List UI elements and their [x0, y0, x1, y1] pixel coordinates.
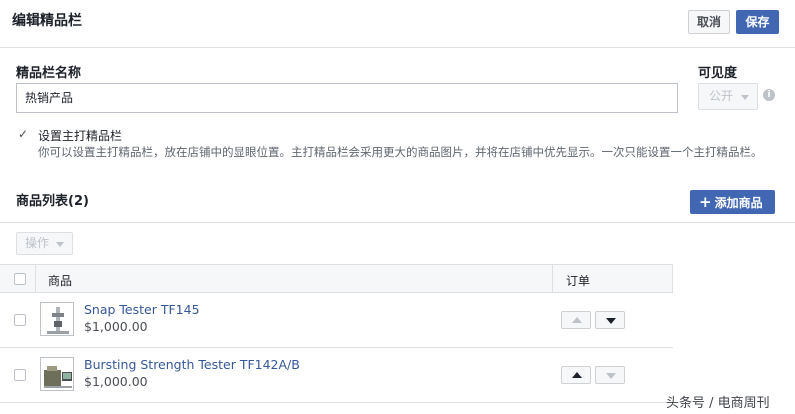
- move-up-button[interactable]: [561, 311, 591, 329]
- table-row: Bursting Strength Tester TF142A/B $1,000…: [0, 348, 673, 403]
- actions-dropdown[interactable]: 操作: [16, 232, 73, 255]
- watermark-text: 头条号 / 电商周刊: [666, 396, 770, 411]
- chevron-down-icon: [741, 95, 749, 100]
- bursting-tester-thumbnail-icon[interactable]: [40, 357, 74, 391]
- dialog-header: 编辑精品栏 取消 保存: [0, 0, 795, 48]
- column-divider: [35, 265, 36, 293]
- visibility-label: 可见度: [698, 66, 738, 81]
- featured-label: 设置主打精品栏: [38, 129, 123, 143]
- column-header-product: 商品: [48, 274, 73, 288]
- actions-label: 操作: [25, 236, 50, 250]
- product-list-title: 商品列表(2): [16, 194, 89, 209]
- cancel-button[interactable]: 取消: [688, 10, 730, 34]
- snap-tester-thumbnail-icon[interactable]: [40, 302, 74, 336]
- move-up-button[interactable]: [561, 366, 591, 384]
- column-header-order: 订单: [566, 274, 591, 288]
- page-title: 编辑精品栏: [12, 13, 82, 29]
- select-all-checkbox[interactable]: [14, 273, 26, 285]
- row-checkbox[interactable]: [14, 314, 26, 326]
- divider: [0, 222, 795, 223]
- table-row: Snap Tester TF145 $1,000.00: [0, 293, 673, 348]
- collection-name-input[interactable]: 热销产品: [16, 83, 678, 113]
- chevron-down-icon: [56, 242, 64, 247]
- table-header: 商品 订单: [0, 264, 673, 293]
- product-price: $1,000.00: [84, 374, 148, 389]
- visibility-select-value: 公开: [709, 89, 734, 103]
- move-down-button[interactable]: [595, 366, 625, 384]
- move-down-button[interactable]: [595, 311, 625, 329]
- visibility-select[interactable]: 公开: [698, 83, 758, 110]
- info-icon[interactable]: i: [763, 89, 775, 101]
- save-button[interactable]: 保存: [736, 10, 779, 34]
- collection-name-label: 精品栏名称: [16, 66, 82, 81]
- add-product-label: 添加商品: [714, 196, 763, 210]
- product-link[interactable]: Snap Tester TF145: [84, 302, 200, 317]
- add-product-button[interactable]: + 添加商品: [690, 190, 775, 214]
- featured-help-text: 你可以设置主打精品栏，放在店铺中的显眼位置。主打精品栏会采用更大的商品图片，并将…: [38, 145, 763, 159]
- plus-icon: +: [699, 193, 712, 211]
- featured-checkbox[interactable]: ✓: [17, 127, 29, 141]
- product-link[interactable]: Bursting Strength Tester TF142A/B: [84, 357, 300, 372]
- checkmark-icon: ✓: [18, 127, 29, 141]
- product-price: $1,000.00: [84, 319, 148, 334]
- row-checkbox[interactable]: [14, 369, 26, 381]
- column-divider: [552, 265, 553, 293]
